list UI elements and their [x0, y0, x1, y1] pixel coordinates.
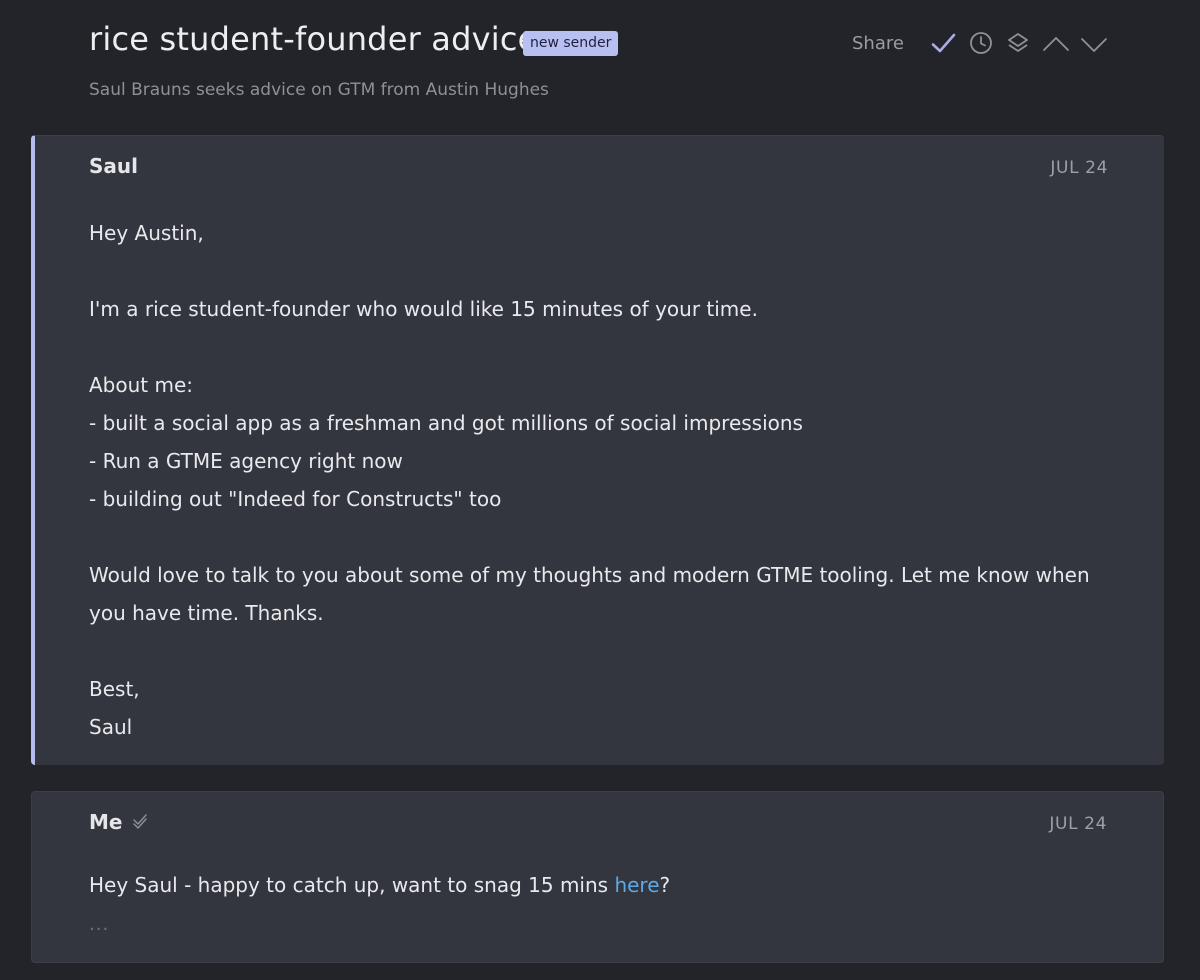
clock-icon[interactable]	[968, 30, 996, 58]
body-line: - built a social app as a freshman and g…	[89, 411, 803, 435]
thread-subject: rice student-founder advice	[89, 20, 538, 58]
body-line: About me:	[89, 373, 194, 397]
reply-body: Hey Saul - happy to catch up, want to sn…	[89, 870, 670, 900]
message-card-saul[interactable]: Saul JUL 24 Hey Austin, I'm a rice stude…	[31, 135, 1164, 765]
body-line: - Run a GTME agency right now	[89, 449, 403, 473]
body-line: I'm a rice student-founder who would lik…	[89, 297, 758, 321]
body-line: - building out "Indeed for Constructs" t…	[89, 487, 502, 511]
double-check-icon	[132, 812, 150, 830]
layers-icon[interactable]	[1004, 30, 1032, 58]
body-line: Would love to talk to you about some of …	[89, 563, 1090, 625]
message-card-me[interactable]: Me JUL 24 Hey Saul - happy to catch up, …	[31, 791, 1164, 963]
show-trimmed-content-button[interactable]: ...	[89, 914, 109, 935]
share-button[interactable]: Share	[852, 33, 904, 54]
check-icon[interactable]	[929, 30, 957, 58]
message-sender[interactable]: Saul	[89, 154, 138, 178]
scheduling-link[interactable]: here	[614, 873, 659, 897]
body-line: Saul	[89, 715, 133, 739]
thread-summary: Saul Brauns seeks advice on GTM from Aus…	[89, 80, 549, 100]
message-sender[interactable]: Me	[89, 810, 122, 834]
message-date: JUL 24	[1050, 158, 1108, 178]
chevron-up-icon[interactable]	[1042, 30, 1070, 58]
chevron-down-icon[interactable]	[1080, 30, 1108, 58]
message-body: Hey Austin, I'm a rice student-founder w…	[89, 214, 1099, 746]
thread-header: rice student-founder advice new sender S…	[0, 0, 1200, 135]
message-date: JUL 24	[1049, 814, 1107, 834]
reply-text: Hey Saul - happy to catch up, want to sn…	[89, 873, 615, 897]
body-line: Best,	[89, 677, 140, 701]
body-line: Hey Austin,	[89, 221, 204, 245]
reply-text-end: ?	[659, 873, 671, 897]
new-sender-badge: new sender	[523, 31, 619, 56]
